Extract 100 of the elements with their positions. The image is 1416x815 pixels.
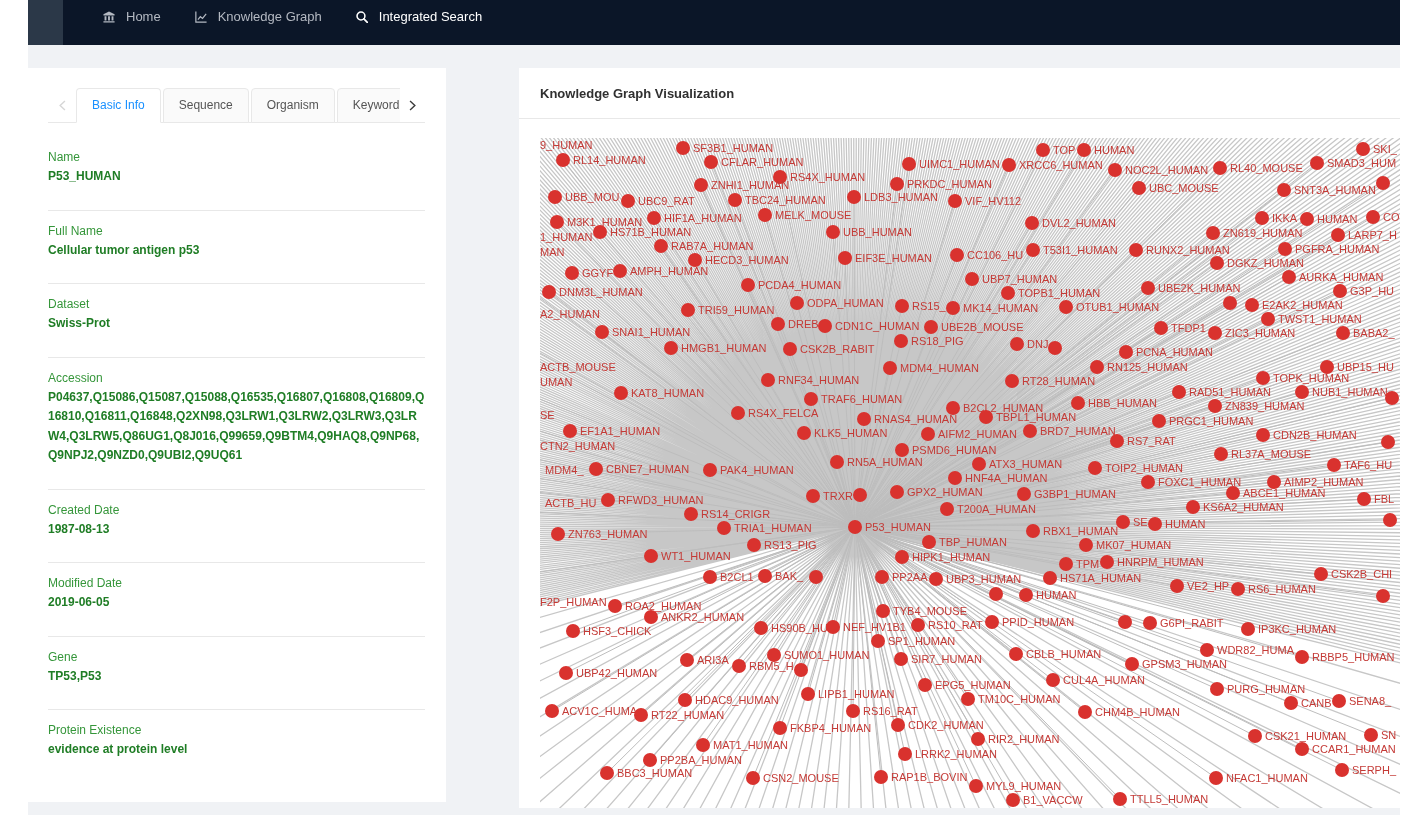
node-dot-icon[interactable] [1333, 284, 1347, 298]
node-dot-icon[interactable] [1364, 728, 1378, 742]
node-dot-icon[interactable] [703, 570, 717, 584]
node-dot-icon[interactable] [1118, 615, 1132, 629]
node-dot-icon[interactable] [704, 155, 718, 169]
node-dot-icon[interactable] [1214, 447, 1228, 461]
node-dot-icon[interactable] [1241, 622, 1255, 636]
node-dot-icon[interactable] [654, 239, 668, 253]
node-dot-icon[interactable] [767, 648, 781, 662]
node-dot-icon[interactable] [965, 272, 979, 286]
node-dot-icon[interactable] [1245, 298, 1259, 312]
node-dot-icon[interactable] [1152, 414, 1166, 428]
node-dot-icon[interactable] [1366, 210, 1380, 224]
node-dot-icon[interactable] [1059, 300, 1073, 314]
node-dot-icon[interactable] [1256, 371, 1270, 385]
node-dot-icon[interactable] [1231, 582, 1245, 596]
node-dot-icon[interactable] [1048, 341, 1062, 355]
node-dot-icon[interactable] [542, 285, 556, 299]
node-dot-icon[interactable] [678, 693, 692, 707]
node-dot-icon[interactable] [826, 225, 840, 239]
node-dot-icon[interactable] [1376, 176, 1390, 190]
node-dot-icon[interactable] [694, 178, 708, 192]
node-dot-icon[interactable] [589, 462, 603, 476]
node-dot-icon[interactable] [1332, 694, 1346, 708]
node-dot-icon[interactable] [551, 527, 565, 541]
node-dot-icon[interactable] [898, 747, 912, 761]
node-dot-icon[interactable] [1248, 729, 1262, 743]
node-dot-icon[interactable] [556, 153, 570, 167]
node-dot-icon[interactable] [773, 721, 787, 735]
node-dot-icon[interactable] [1261, 312, 1275, 326]
node-dot-icon[interactable] [961, 692, 975, 706]
node-dot-icon[interactable] [902, 157, 916, 171]
node-dot-icon[interactable] [1143, 616, 1157, 630]
node-dot-icon[interactable] [593, 225, 607, 239]
node-dot-icon[interactable] [600, 766, 614, 780]
tab[interactable]: Keyword [336, 88, 400, 123]
node-dot-icon[interactable] [1210, 682, 1224, 696]
node-dot-icon[interactable] [950, 248, 964, 262]
node-dot-icon[interactable] [894, 652, 908, 666]
node-dot-icon[interactable] [741, 278, 755, 292]
node-dot-icon[interactable] [826, 620, 840, 634]
node-dot-icon[interactable] [1210, 256, 1224, 270]
node-dot-icon[interactable] [1256, 428, 1270, 442]
node-dot-icon[interactable] [1116, 515, 1130, 529]
node-dot-icon[interactable] [1335, 763, 1349, 777]
node-dot-icon[interactable] [1071, 396, 1085, 410]
node-dot-icon[interactable] [1108, 163, 1122, 177]
node-dot-icon[interactable] [1078, 705, 1092, 719]
nav-link[interactable]: Home [103, 9, 161, 25]
node-dot-icon[interactable] [1357, 492, 1371, 506]
node-dot-icon[interactable] [1006, 793, 1020, 807]
node-dot-icon[interactable] [566, 624, 580, 638]
node-dot-icon[interactable] [1186, 500, 1200, 514]
nav-link[interactable]: Integrated Search [355, 9, 483, 25]
node-dot-icon[interactable] [680, 653, 694, 667]
node-dot-icon[interactable] [838, 251, 852, 265]
node-dot-icon[interactable] [676, 141, 690, 155]
node-dot-icon[interactable] [969, 779, 983, 793]
node-dot-icon[interactable] [1148, 517, 1162, 531]
node-dot-icon[interactable] [647, 211, 661, 225]
node-dot-icon[interactable] [746, 771, 760, 785]
node-dot-icon[interactable] [971, 732, 985, 746]
node-dot-icon[interactable] [1226, 486, 1240, 500]
tab[interactable]: Organism [250, 88, 335, 123]
node-dot-icon[interactable] [1295, 385, 1309, 399]
node-dot-icon[interactable] [890, 177, 904, 191]
node-dot-icon[interactable] [1320, 360, 1334, 374]
node-dot-icon[interactable] [989, 587, 1003, 601]
node-dot-icon[interactable] [1170, 579, 1184, 593]
node-dot-icon[interactable] [688, 253, 702, 267]
node-dot-icon[interactable] [895, 550, 909, 564]
node-dot-icon[interactable] [875, 570, 889, 584]
node-dot-icon[interactable] [1376, 589, 1390, 603]
node-dot-icon[interactable] [847, 190, 861, 204]
node-dot-icon[interactable] [924, 320, 938, 334]
node-dot-icon[interactable] [608, 599, 622, 613]
node-dot-icon[interactable] [754, 621, 768, 635]
node-dot-icon[interactable] [1113, 792, 1127, 806]
node-dot-icon[interactable] [891, 718, 905, 732]
node-dot-icon[interactable] [643, 753, 657, 767]
tab[interactable]: Sequence [162, 88, 249, 123]
node-dot-icon[interactable] [634, 708, 648, 722]
node-dot-icon[interactable] [758, 569, 772, 583]
node-dot-icon[interactable] [1172, 385, 1186, 399]
node-dot-icon[interactable] [1300, 212, 1314, 226]
node-dot-icon[interactable] [1383, 513, 1397, 527]
node-dot-icon[interactable] [696, 738, 710, 752]
node-dot-icon[interactable] [1002, 158, 1016, 172]
nav-link[interactable]: Knowledge Graph [194, 9, 322, 25]
node-dot-icon[interactable] [1019, 588, 1033, 602]
node-dot-icon[interactable] [871, 634, 885, 648]
node-dot-icon[interactable] [846, 704, 860, 718]
node-dot-icon[interactable] [1100, 555, 1114, 569]
node-dot-icon[interactable] [664, 341, 678, 355]
node-dot-icon[interactable] [1125, 657, 1139, 671]
node-dot-icon[interactable] [1336, 326, 1350, 340]
node-dot-icon[interactable] [548, 190, 562, 204]
node-dot-icon[interactable] [732, 659, 746, 673]
node-dot-icon[interactable] [1284, 696, 1298, 710]
node-dot-icon[interactable] [1282, 270, 1296, 284]
